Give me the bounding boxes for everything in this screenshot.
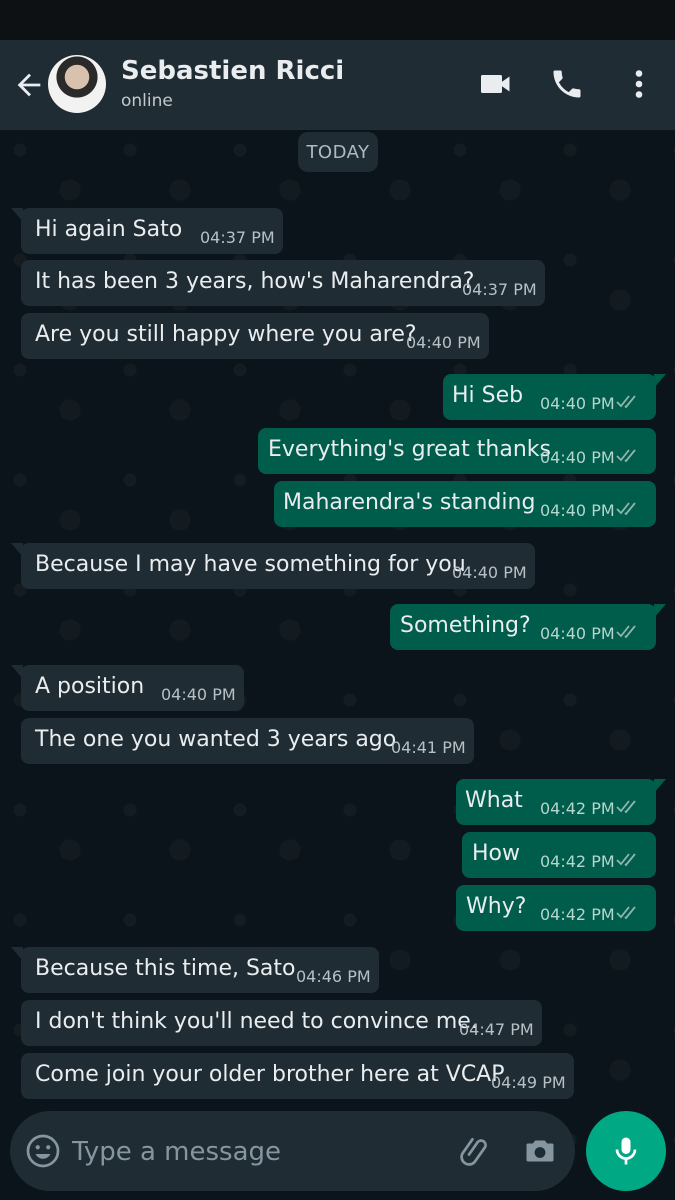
message-time: 04:37 PM	[462, 280, 537, 299]
message-bubble[interactable]: How 04:42 PM	[462, 832, 656, 878]
status-bar	[0, 0, 675, 40]
message-text: How	[472, 841, 520, 866]
message-time: 04:41 PM	[391, 738, 466, 757]
read-receipt-icon	[616, 395, 636, 409]
message-bubble[interactable]: Hi again Sato 04:37 PM	[11, 208, 283, 254]
bubble-tail	[654, 779, 666, 793]
message-time: 04:37 PM	[200, 228, 275, 247]
attach-icon[interactable]	[458, 1133, 494, 1169]
message-text: Something?	[400, 613, 531, 638]
voice-message-button[interactable]	[586, 1111, 666, 1191]
message-bubble[interactable]: Something? 04:40 PM	[390, 604, 666, 650]
message-bubble[interactable]: Because I may have something for you 04:…	[11, 543, 535, 589]
message-bubble[interactable]: Why? 04:42 PM	[456, 885, 656, 931]
message-time: 04:40 PM	[406, 333, 481, 352]
message-text: Hi Seb	[452, 383, 524, 408]
message-time: 04:42 PM	[540, 852, 615, 871]
message-composer	[10, 1111, 575, 1191]
bubble-tail	[11, 947, 23, 961]
message-text: A position	[35, 674, 145, 699]
message-bubble[interactable]: It has been 3 years, how's Maharendra? 0…	[21, 260, 545, 306]
message-time: 04:47 PM	[459, 1020, 534, 1039]
message-text: Why?	[466, 894, 527, 919]
message-text: What	[465, 788, 523, 813]
message-time: 04:40 PM	[540, 501, 615, 520]
phone-icon[interactable]	[549, 66, 585, 102]
message-text: Hi again Sato	[35, 217, 183, 242]
message-bubble[interactable]: I don't think you'll need to convince me…	[21, 1000, 542, 1046]
message-bubble[interactable]: Everything's great thanks 04:40 PM	[258, 428, 656, 474]
contact-status: online	[121, 91, 173, 111]
message-text: Are you still happy where you are?	[35, 322, 417, 347]
message-bubble[interactable]: Come join your older brother here at VCA…	[21, 1053, 574, 1099]
read-receipt-icon	[616, 449, 636, 463]
message-time: 04:40 PM	[540, 624, 615, 643]
message-text: Because this time, Sato	[35, 956, 296, 981]
message-text: Come join your older brother here at VCA…	[35, 1062, 505, 1087]
bubble-tail	[654, 374, 666, 388]
message-time: 04:49 PM	[491, 1073, 566, 1092]
message-text: It has been 3 years, how's Maharendra?	[35, 269, 475, 294]
bubble-tail	[11, 208, 23, 222]
message-time: 04:46 PM	[296, 967, 371, 986]
more-options-icon[interactable]	[621, 66, 657, 102]
message-bubble[interactable]: The one you wanted 3 years ago 04:41 PM	[21, 718, 474, 764]
bubble-tail	[11, 665, 23, 679]
video-call-icon[interactable]	[478, 66, 514, 102]
back-arrow-icon[interactable]	[12, 68, 46, 102]
message-time: 04:42 PM	[540, 799, 615, 818]
message-time: 04:40 PM	[452, 563, 527, 582]
read-receipt-icon	[616, 625, 636, 639]
microphone-icon	[615, 1137, 637, 1165]
message-text: I don't think you'll need to convince me…	[35, 1009, 478, 1034]
message-text: Everything's great thanks	[268, 437, 551, 462]
camera-icon[interactable]	[522, 1133, 558, 1169]
message-text: Because I may have something for you	[35, 552, 466, 577]
message-bubble[interactable]: Because this time, Sato 04:46 PM	[11, 947, 379, 993]
message-bubble[interactable]: Hi Seb 04:40 PM	[443, 374, 666, 420]
message-bubble[interactable]: Maharendra's standing 04:40 PM	[274, 481, 656, 527]
message-time: 04:40 PM	[540, 448, 615, 467]
message-text: The one you wanted 3 years ago	[35, 727, 397, 752]
read-receipt-icon	[616, 906, 636, 920]
bubble-tail	[11, 543, 23, 557]
read-receipt-icon	[616, 800, 636, 814]
message-bubble[interactable]: Are you still happy where you are? 04:40…	[21, 313, 489, 359]
bubble-tail	[654, 604, 666, 618]
avatar[interactable]	[48, 55, 106, 113]
date-separator: TODAY	[298, 132, 378, 172]
message-time: 04:40 PM	[161, 685, 236, 704]
contact-name[interactable]: Sebastien Ricci	[121, 56, 344, 86]
chat-header: Sebastien Ricci online	[0, 40, 675, 130]
read-receipt-icon	[616, 502, 636, 516]
message-bubble[interactable]: What 04:42 PM	[456, 779, 666, 825]
emoji-icon[interactable]	[25, 1133, 61, 1169]
message-time: 04:40 PM	[540, 394, 615, 413]
message-bubble[interactable]: A position 04:40 PM	[11, 665, 244, 711]
message-time: 04:42 PM	[540, 905, 615, 924]
message-input[interactable]	[70, 1129, 444, 1175]
message-text: Maharendra's standing	[283, 490, 536, 515]
read-receipt-icon	[616, 853, 636, 867]
